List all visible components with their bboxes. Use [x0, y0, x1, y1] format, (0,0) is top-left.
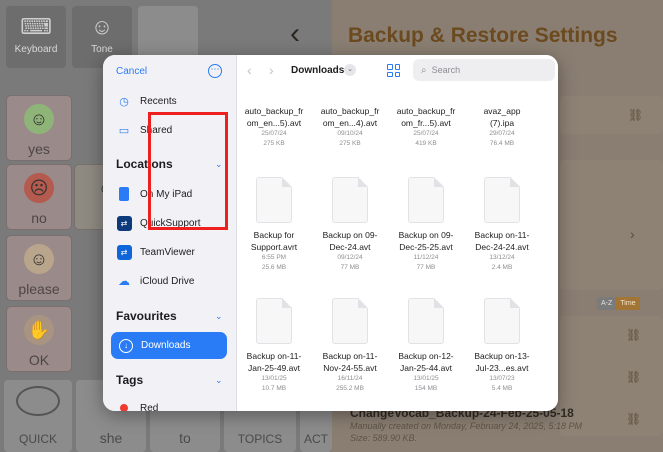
document-icon	[408, 298, 444, 344]
settings-title: Backup & Restore Settings	[348, 24, 618, 47]
keyboard-button[interactable]: ⌨ Keyboard	[6, 6, 66, 68]
tags-heading: Tags	[116, 373, 144, 387]
document-icon	[256, 298, 292, 344]
file-item[interactable]: auto_backup_fr om_en...4).avt 09/10/24 2…	[311, 105, 389, 149]
ipad-icon	[116, 186, 132, 202]
sort-time-tab[interactable]: Time	[616, 297, 640, 310]
link-card[interactable]: ⛓	[560, 96, 663, 134]
sidebar-item-tag-red[interactable]: Red	[116, 398, 158, 411]
sad-face-icon: ☹	[24, 173, 54, 203]
quicksupport-icon: ⇄	[116, 215, 132, 231]
quick-tile[interactable]: QUICK	[4, 380, 72, 452]
file-item[interactable]: auto_backup_fr om_en...5).avt 25/07/24 2…	[235, 105, 313, 149]
file-item[interactable]: Backup on-13- Jul-23...es.avt 13/07/23 5…	[463, 298, 541, 394]
chevron-right-icon: ›	[630, 226, 635, 242]
sidebar-item-recents[interactable]: ◷ Recents	[116, 91, 177, 111]
tile-yes[interactable]: ☺ yes	[6, 95, 72, 161]
file-item[interactable]: Backup on-11- Jan-25-49.avt 13/01/25 10.…	[235, 298, 313, 394]
document-icon	[484, 298, 520, 344]
shared-folder-icon: ▭	[118, 124, 130, 137]
file-item[interactable]: Backup on-11- Dec-24-24.avt 13/12/24 2.4…	[463, 177, 541, 273]
search-icon: ⌕	[421, 64, 427, 76]
teamviewer-icon: ⇄	[116, 244, 132, 260]
speech-bubble-icon	[16, 386, 60, 416]
file-item[interactable]: Backup on 09- Dec-25-25.avt 11/12/24 77 …	[387, 177, 465, 273]
smiley-face-icon: ☺	[24, 104, 54, 134]
tile-ok[interactable]: ✋ OK	[6, 306, 72, 372]
backup-entry-size: Size: 589.90 KB.	[350, 433, 418, 443]
keyboard-icon: ⌨	[20, 14, 52, 39]
smiley-icon: ☺	[90, 14, 114, 39]
sidebar-item-teamviewer[interactable]: ⇄ TeamViewer	[116, 242, 195, 262]
unlink-icon[interactable]: ⛓	[626, 412, 641, 426]
sort-tabs: A-Z Time	[597, 297, 640, 310]
sidebar-item-downloads[interactable]: ↓ Downloads	[111, 332, 227, 359]
restore-card[interactable]: ›	[560, 160, 663, 290]
selection-highlight	[148, 112, 228, 230]
unlink-icon[interactable]: ⛓	[626, 370, 641, 384]
clock-icon: ◷	[119, 95, 129, 108]
red-tag-icon	[116, 400, 132, 411]
download-icon: ↓	[119, 338, 133, 353]
picker-sidebar: Cancel ⋯ ◷ Recents ▭ Shared Locations ⌄ …	[103, 55, 237, 411]
document-icon	[332, 298, 368, 344]
browser-toolbar: ‹ › Downloads ⌄ ⌕ Search	[237, 55, 558, 87]
file-item[interactable]: auto_backup_fr om_fr...5).avt 25/07/24 4…	[387, 105, 465, 149]
file-item[interactable]: Backup on-12- Jan-25-44.avt 13/01/25 154…	[387, 298, 465, 394]
unlink-icon[interactable]: ⛓	[626, 328, 641, 342]
search-input[interactable]: ⌕ Search	[413, 59, 555, 81]
document-icon	[408, 177, 444, 223]
favourites-heading: Favourites	[116, 309, 177, 323]
document-icon	[332, 177, 368, 223]
forward-arrow-icon[interactable]: ›	[269, 63, 274, 77]
chevron-down-icon[interactable]: ⌄	[215, 311, 223, 322]
backup-list: ⛓ ⛓ ⛓	[560, 316, 663, 436]
file-item[interactable]: Backup on-11- Nov-24-55.avt 16/11/24 255…	[311, 298, 389, 394]
document-icon	[484, 177, 520, 223]
document-icon	[256, 177, 292, 223]
file-item[interactable]: Backup on 09- Dec-24.avt 09/12/24 77 MB	[311, 177, 389, 273]
link-icon: ⛓	[628, 108, 644, 122]
file-item-backup-for-support[interactable]: Backup for Support.avrt 6:55 PM 25.6 MB	[235, 177, 313, 273]
file-picker: Cancel ⋯ ◷ Recents ▭ Shared Locations ⌄ …	[103, 55, 558, 411]
person-icon: ☺	[24, 244, 54, 274]
sort-az-tab[interactable]: A-Z	[597, 297, 617, 310]
tile-no[interactable]: ☹ no	[6, 164, 72, 230]
tile-please[interactable]: ☺ please	[6, 235, 72, 301]
ok-hand-icon: ✋	[24, 315, 54, 345]
sidebar-item-icloud-drive[interactable]: ☁ iCloud Drive	[116, 271, 194, 291]
back-chevron-icon[interactable]: ‹	[290, 18, 300, 50]
grid-view-icon[interactable]	[387, 64, 400, 77]
file-item[interactable]: avaz_app (7).ipa 29/07/24 76.4 MB	[463, 105, 541, 149]
chevron-down-icon[interactable]: ⌄	[344, 64, 356, 76]
backup-entry-created: Manually created on Monday, February 24,…	[350, 421, 582, 431]
chevron-down-icon[interactable]: ⌄	[215, 375, 223, 386]
more-icon[interactable]: ⋯	[208, 64, 222, 78]
cancel-button[interactable]: Cancel	[116, 66, 147, 77]
cloud-icon: ☁	[118, 274, 130, 288]
folder-title[interactable]: Downloads	[291, 65, 344, 76]
file-browser: ‹ › Downloads ⌄ ⌕ Search auto_backup_fr …	[237, 55, 558, 411]
back-arrow-icon[interactable]: ‹	[247, 63, 252, 77]
